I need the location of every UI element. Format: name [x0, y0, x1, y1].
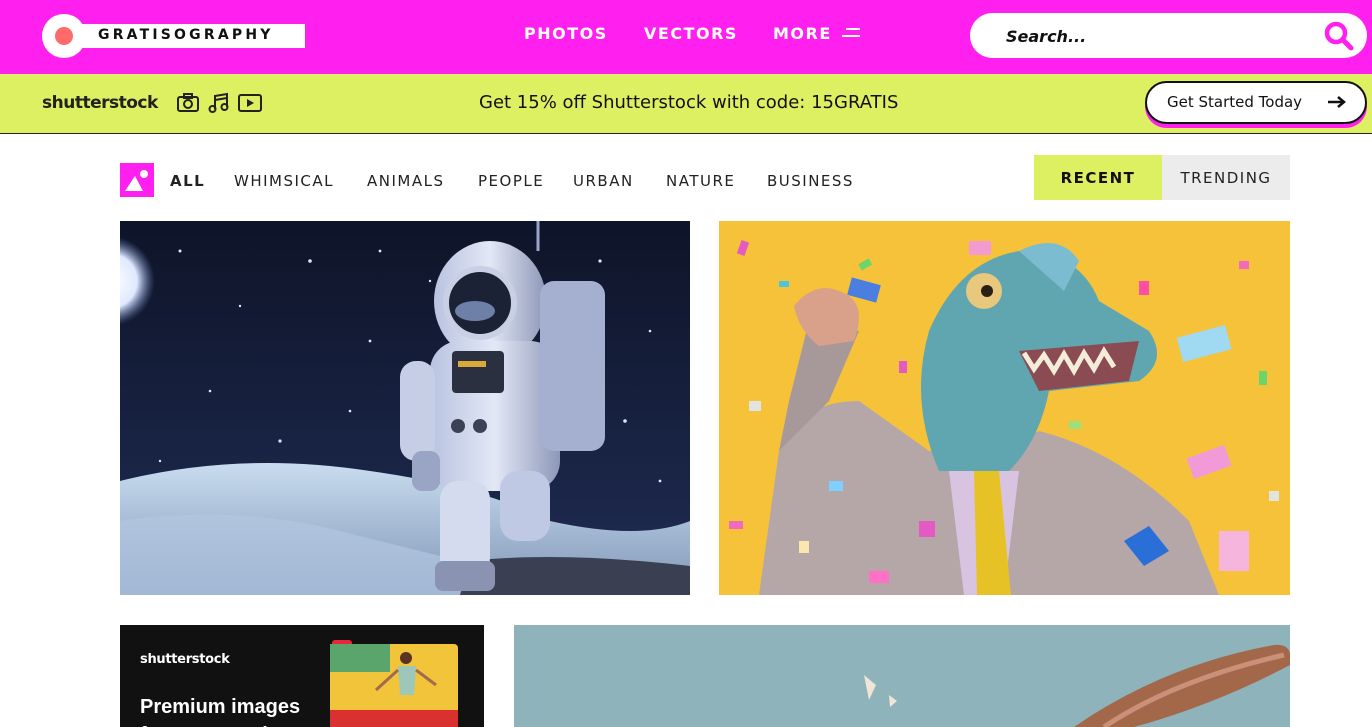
category-whimsical[interactable]: WHIMSICAL [234, 172, 334, 190]
music-note-icon[interactable] [207, 92, 231, 114]
nav-vectors-link[interactable]: VECTORS [644, 24, 738, 43]
astronaut-photo[interactable] [120, 221, 690, 595]
tab-recent[interactable]: RECENT [1034, 155, 1162, 200]
search-box [970, 13, 1367, 58]
category-image-icon [120, 163, 154, 197]
ad-image [330, 640, 458, 727]
sort-tabs: RECENT TRENDING [1034, 155, 1290, 200]
ad-shutterstock-logo: shutterstock [140, 652, 230, 667]
get-started-label: Get Started Today [1167, 93, 1303, 111]
nav-more-label: MORE [773, 24, 832, 43]
tab-trending[interactable]: TRENDING [1162, 155, 1290, 200]
dinosaur-businessman-photo[interactable] [719, 221, 1290, 595]
camera-icon[interactable] [176, 92, 200, 114]
shutterstock-ad[interactable]: shutterstock Premium images for every pr… [120, 625, 484, 727]
category-nature[interactable]: NATURE [666, 172, 735, 190]
get-started-button[interactable]: Get Started Today [1145, 81, 1367, 124]
category-animals[interactable]: ANIMALS [367, 172, 445, 190]
gratisography-logo[interactable]: GRATISOGRAPHY [42, 14, 305, 58]
top-navigation-bar: GRATISOGRAPHY PHOTOS VECTORS MORE [0, 0, 1372, 74]
menu-icon [841, 27, 860, 40]
category-business[interactable]: BUSINESS [767, 172, 854, 190]
search-icon[interactable] [1323, 20, 1355, 52]
shutterstock-promo-bar: shutterstock Get 15% off Shutterstock wi… [0, 74, 1372, 134]
shutterstock-logo[interactable]: shutterstock [42, 93, 158, 113]
search-input[interactable] [1006, 23, 1306, 49]
ad-title: Premium images for every project [140, 696, 301, 727]
category-urban[interactable]: URBAN [573, 172, 634, 190]
category-all[interactable]: ALL [170, 172, 205, 190]
video-play-icon[interactable] [238, 92, 262, 114]
nav-more-menu[interactable]: MORE [773, 24, 860, 43]
baseball-bat-photo[interactable] [514, 625, 1290, 727]
nav-photos-link[interactable]: PHOTOS [524, 24, 608, 43]
promo-text: Get 15% off Shutterstock with code: 15GR… [479, 92, 899, 113]
arrow-right-icon [1328, 96, 1346, 108]
category-people[interactable]: PEOPLE [478, 172, 544, 190]
logo-text: GRATISOGRAPHY [98, 27, 274, 43]
logo-dot [55, 27, 73, 45]
